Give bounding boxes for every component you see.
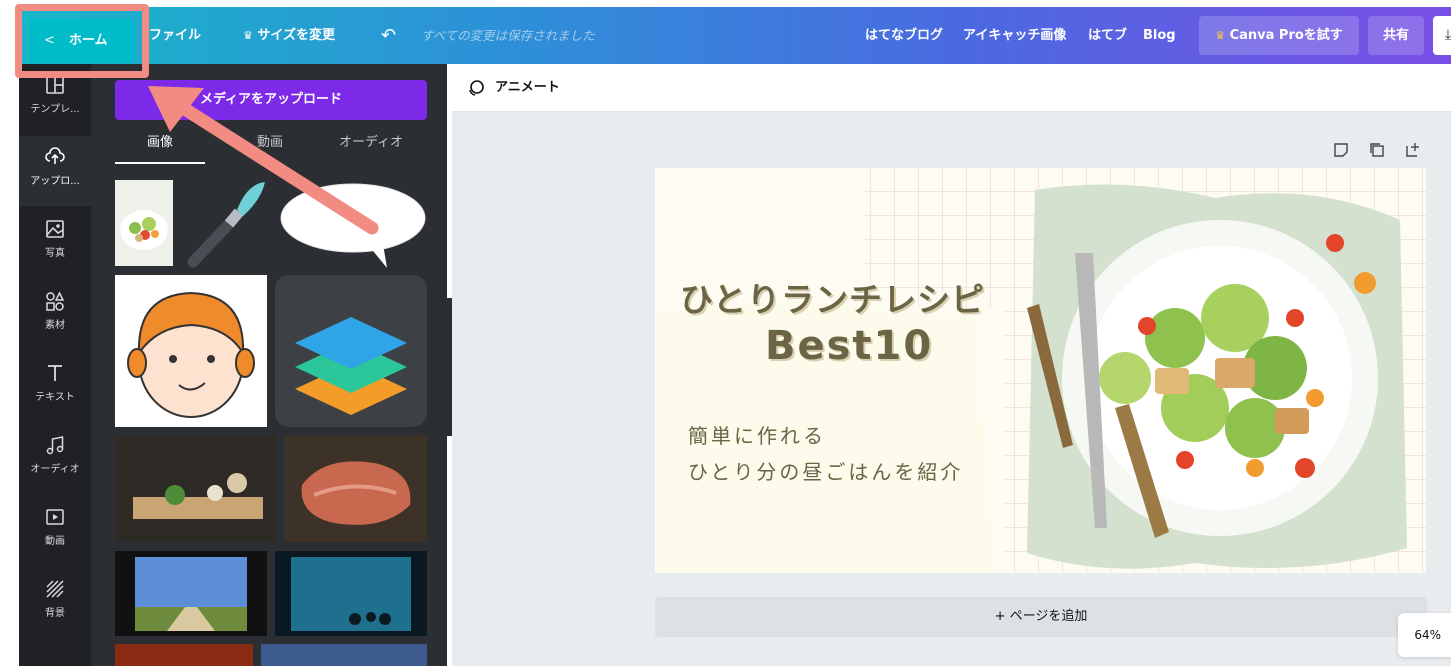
paintbrush-image xyxy=(187,182,265,268)
thumbnail-cutting-board[interactable] xyxy=(115,435,276,542)
text-icon xyxy=(48,365,62,381)
thumbnail-torii[interactable] xyxy=(115,644,253,666)
aquarium-image xyxy=(275,551,427,636)
animate-button[interactable]: アニメート xyxy=(495,64,560,112)
animate-icon[interactable] xyxy=(466,78,486,98)
audio-icon xyxy=(46,436,64,455)
design-title-line2[interactable]: Best10 xyxy=(765,323,933,369)
photo-icon xyxy=(46,220,64,238)
design-subtitle-line2[interactable]: ひとり分の昼ごはんを紹介 xyxy=(688,456,963,485)
country-path-image xyxy=(115,551,267,636)
canva-editor: < ホーム ファイル ♛ サイズを変更 ↶ すべての変更は保存されました はてなブ… xyxy=(0,0,1451,666)
layers-icon xyxy=(295,317,407,415)
nav-link-hatebu[interactable]: はてブ xyxy=(1088,7,1127,64)
rail-item-elements[interactable]: 素材 xyxy=(19,280,91,350)
rail-label: 写真 xyxy=(45,248,65,259)
rail-item-uploads[interactable]: アップロ... xyxy=(19,136,91,206)
add-page-icon[interactable] xyxy=(1405,142,1421,162)
duplicate-page-icon[interactable] xyxy=(1369,142,1385,162)
thumbnail-face[interactable] xyxy=(115,275,267,427)
resize-button[interactable]: ♛ サイズを変更 xyxy=(243,7,335,64)
tab-audio[interactable]: オーディオ xyxy=(315,130,427,164)
rail-label: オーディオ xyxy=(30,464,80,475)
design-subtitle-line1[interactable]: 簡単に作れる xyxy=(688,420,826,449)
rail-label: 素材 xyxy=(45,320,65,331)
rail-label: 背景 xyxy=(45,608,65,619)
steak-image xyxy=(284,435,427,542)
food-prep-image xyxy=(115,435,276,542)
thumbnail-steak[interactable] xyxy=(284,435,427,542)
thumbnail-speech-bubble[interactable] xyxy=(279,180,427,270)
zoom-level[interactable]: 64% xyxy=(1398,613,1451,657)
thumbnail-salad[interactable] xyxy=(115,180,173,266)
rail-item-templates[interactable]: テンプレ... xyxy=(19,64,91,134)
nav-link-blog[interactable]: Blog xyxy=(1143,7,1176,64)
chevron-left-icon: < xyxy=(44,33,55,48)
upload-media-button[interactable]: メディアをアップロード xyxy=(115,80,427,120)
face-illustration xyxy=(127,291,255,418)
animate-toolbar: アニメート xyxy=(452,64,1451,112)
elements-icon xyxy=(46,291,65,311)
rail-item-text[interactable]: テキスト xyxy=(19,352,91,422)
tab-videos[interactable]: 動画 xyxy=(225,130,315,164)
rail-item-audio[interactable]: オーディオ xyxy=(19,424,91,494)
save-status: すべての変更は保存されました xyxy=(421,28,595,43)
design-canvas[interactable]: ひとりランチレシピ Best10 簡単に作れる ひとり分の昼ごはんを紹介 xyxy=(655,168,1426,573)
design-title-line1[interactable]: ひとりランチレシピ xyxy=(680,273,1020,321)
background-icon xyxy=(46,580,64,598)
download-icon[interactable]: ⤓ xyxy=(1433,16,1451,55)
uploads-panel: メディアをアップロード 画像 動画 オーディオ xyxy=(91,64,447,666)
home-button[interactable]: < ホーム xyxy=(30,19,134,63)
rail-label: アップロ... xyxy=(30,176,80,187)
resize-label: サイズを変更 xyxy=(257,28,336,43)
crown-icon: ♛ xyxy=(1215,29,1226,42)
thumbnail-sky[interactable] xyxy=(261,644,427,666)
nav-link-eyecatch[interactable]: アイキャッチ画像 xyxy=(963,7,1066,64)
thumbnail-brush[interactable] xyxy=(181,180,271,270)
rail-label: テキスト xyxy=(35,392,75,403)
rail-label: テンプレ... xyxy=(30,104,80,115)
thumbnail-layers[interactable] xyxy=(275,275,427,427)
left-rail: テンプレ... アップロ... 写真 素材 テキスト オーディオ 動画 背景 xyxy=(19,64,91,666)
thumbnail-path[interactable] xyxy=(115,551,267,636)
salad-image xyxy=(115,180,173,266)
tab-images[interactable]: 画像 xyxy=(115,130,205,164)
thumbnail-aquarium[interactable] xyxy=(275,551,427,636)
rail-item-photos[interactable]: 写真 xyxy=(19,208,91,278)
undo-icon[interactable]: ↶ xyxy=(381,7,396,64)
nav-link-hatena-blog[interactable]: はてなブログ xyxy=(865,7,943,64)
rail-item-background[interactable]: 背景 xyxy=(19,568,91,638)
top-toolbar: < ホーム ファイル ♛ サイズを変更 ↶ すべての変更は保存されました はてなブ… xyxy=(19,7,1451,64)
design-artwork xyxy=(655,168,1426,573)
video-icon xyxy=(46,509,64,525)
canva-pro-button[interactable]: ♛ Canva Proを試す xyxy=(1199,16,1359,55)
upload-icon xyxy=(45,147,65,164)
file-menu[interactable]: ファイル xyxy=(149,7,201,64)
add-page-button[interactable]: + ページを追加 xyxy=(655,597,1427,637)
notes-icon[interactable] xyxy=(1333,142,1349,162)
home-label: ホーム xyxy=(68,33,108,48)
crown-icon: ♛ xyxy=(243,29,253,42)
rail-item-video[interactable]: 動画 xyxy=(19,496,91,566)
canva-pro-label: Canva Proを試す xyxy=(1229,28,1343,43)
media-tabs: 画像 動画 オーディオ xyxy=(115,130,427,164)
share-button[interactable]: 共有 xyxy=(1368,16,1424,55)
rail-label: 動画 xyxy=(45,536,65,547)
template-icon xyxy=(46,76,64,94)
speech-bubble-image xyxy=(280,183,426,268)
